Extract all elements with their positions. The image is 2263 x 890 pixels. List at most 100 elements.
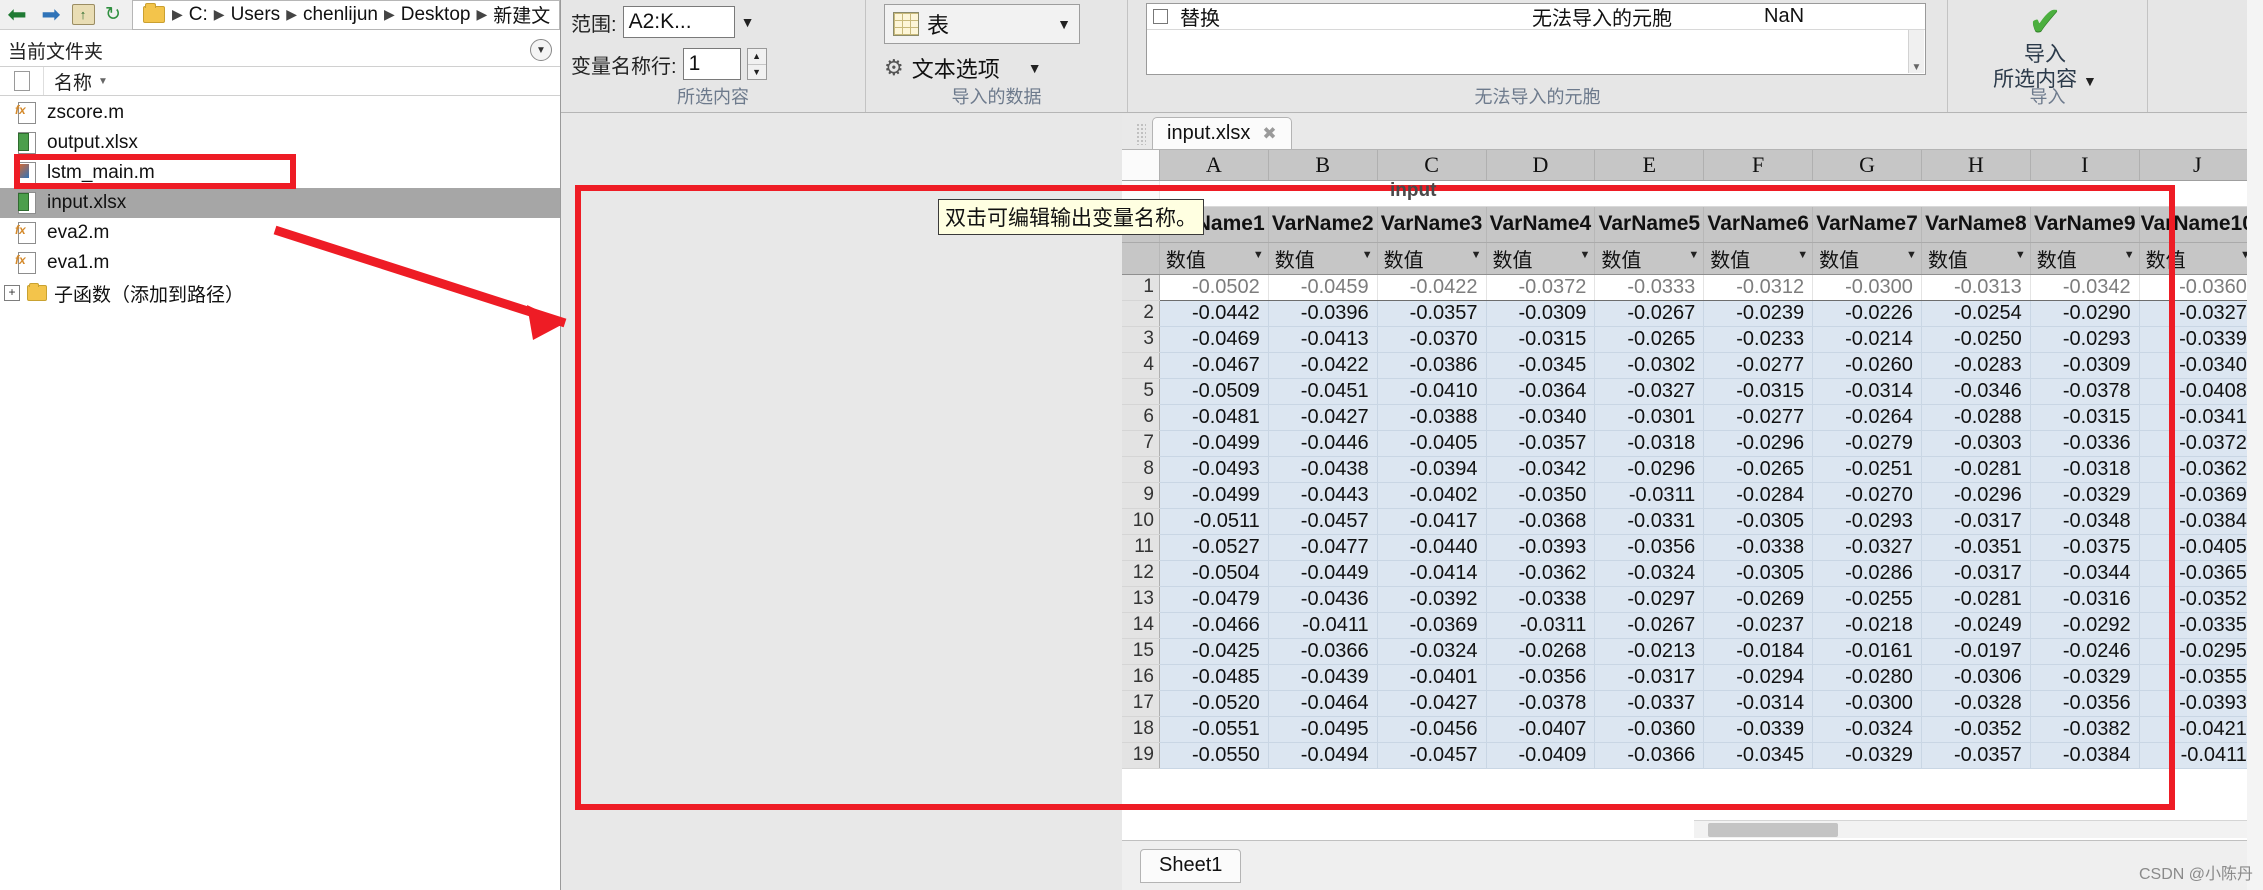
data-cell[interactable]: -0.0520 <box>1159 690 1269 717</box>
chevron-down-icon[interactable]: ▼ <box>1579 249 1590 261</box>
data-cell[interactable]: -0.0459 <box>1268 274 1378 301</box>
data-cell[interactable]: -0.0378 <box>2030 378 2140 405</box>
chevron-down-icon[interactable]: ▼ <box>1906 249 1917 261</box>
data-cell[interactable]: -0.0286 <box>1812 560 1922 587</box>
data-cell[interactable]: -0.0237 <box>1703 612 1814 639</box>
data-cell[interactable]: -0.0456 <box>1377 716 1487 743</box>
row-header[interactable]: 15 <box>1122 638 1160 665</box>
panel-options-icon[interactable]: ▼ <box>530 39 552 61</box>
data-cell[interactable]: -0.0329 <box>1812 742 1922 769</box>
data-cell[interactable]: -0.0348 <box>2030 508 2140 535</box>
list-item[interactable]: fx eva1.m <box>0 248 560 278</box>
row-header[interactable]: 16 <box>1122 664 1160 691</box>
table-row[interactable]: 10 -0.0511 -0.0457 -0.0417 -0.0368 -0.0331 -0.… <box>1122 508 2263 535</box>
breadcrumb-item-2[interactable]: chenlijun <box>300 4 381 26</box>
data-cell[interactable]: -0.0527 <box>1159 534 1269 561</box>
data-cell[interactable]: -0.0318 <box>2030 456 2140 483</box>
data-cell[interactable]: -0.0324 <box>1594 560 1705 587</box>
data-cell[interactable]: -0.0314 <box>1812 378 1922 405</box>
data-cell[interactable]: -0.0355 <box>2139 664 2256 691</box>
list-item-input-xlsx[interactable]: input.xlsx <box>0 188 560 218</box>
chevron-down-icon[interactable]: ▼ <box>1028 60 1042 76</box>
variable-name-cell[interactable]: VarName6 <box>1703 206 1814 243</box>
data-cell[interactable]: -0.0375 <box>2030 534 2140 561</box>
data-cell[interactable]: -0.0438 <box>1268 456 1378 483</box>
data-cell[interactable]: -0.0281 <box>1921 456 2031 483</box>
data-cell[interactable]: -0.0408 <box>2139 378 2256 405</box>
data-cell[interactable]: -0.0197 <box>1921 638 2031 665</box>
data-cell[interactable]: -0.0457 <box>1377 742 1487 769</box>
data-cell[interactable]: -0.0425 <box>1159 638 1269 665</box>
data-cell[interactable]: -0.0251 <box>1812 456 1922 483</box>
table-row[interactable]: 11 -0.0527 -0.0477 -0.0440 -0.0393 -0.0356 -0.… <box>1122 534 2263 561</box>
data-cell[interactable]: -0.0421 <box>2139 716 2256 743</box>
data-cell[interactable]: -0.0226 <box>1812 300 1922 327</box>
data-cell[interactable]: -0.0284 <box>1703 482 1814 509</box>
data-cell[interactable]: -0.0481 <box>1159 404 1269 431</box>
data-cell[interactable]: -0.0467 <box>1159 352 1269 379</box>
data-cell[interactable]: -0.0504 <box>1159 560 1269 587</box>
data-cell[interactable]: -0.0407 <box>1486 716 1596 743</box>
data-cell[interactable]: -0.0422 <box>1377 274 1487 301</box>
data-cell[interactable]: -0.0345 <box>1703 742 1814 769</box>
data-cell[interactable]: -0.0368 <box>1486 508 1596 535</box>
data-cell[interactable]: -0.0388 <box>1377 404 1487 431</box>
data-cell[interactable]: -0.0337 <box>1594 690 1705 717</box>
table-row[interactable]: 6 -0.0481 -0.0427 -0.0388 -0.0340 -0.0301 -0.0… <box>1122 404 2263 431</box>
row-header[interactable]: 9 <box>1122 482 1160 509</box>
data-cell[interactable]: -0.0372 <box>2139 430 2256 457</box>
data-cell[interactable]: -0.0369 <box>1377 612 1487 639</box>
data-cell[interactable]: -0.0509 <box>1159 378 1269 405</box>
data-cell[interactable]: -0.0296 <box>1921 482 2031 509</box>
row-header[interactable]: 8 <box>1122 456 1160 483</box>
chevron-down-icon[interactable]: ▼ <box>2124 249 2135 261</box>
data-cell[interactable]: -0.0495 <box>1268 716 1378 743</box>
data-cell[interactable]: -0.0277 <box>1703 404 1814 431</box>
data-cell[interactable]: -0.0364 <box>1486 378 1596 405</box>
column-header-B[interactable]: B <box>1268 150 1378 181</box>
data-cell[interactable]: -0.0296 <box>1594 456 1705 483</box>
data-cell[interactable]: -0.0329 <box>2030 482 2140 509</box>
row-header[interactable]: 2 <box>1122 300 1160 327</box>
variable-name-cell[interactable]: VarName4 <box>1486 206 1596 243</box>
data-cell[interactable]: -0.0260 <box>1812 352 1922 379</box>
data-cell[interactable]: -0.0365 <box>2139 560 2256 587</box>
data-cell[interactable]: -0.0339 <box>1703 716 1814 743</box>
data-cell[interactable]: -0.0352 <box>1921 716 2031 743</box>
data-cell[interactable]: -0.0305 <box>1703 560 1814 587</box>
data-cell[interactable]: -0.0550 <box>1159 742 1269 769</box>
table-row[interactable]: 5 -0.0509 -0.0451 -0.0410 -0.0364 -0.0327 -0.0… <box>1122 378 2263 405</box>
data-cell[interactable]: -0.0502 <box>1159 274 1269 301</box>
horizontal-scrollbar[interactable] <box>1694 820 2263 838</box>
data-cell[interactable]: -0.0427 <box>1268 404 1378 431</box>
row-header[interactable]: 11 <box>1122 534 1160 561</box>
data-cell[interactable]: -0.0317 <box>1921 560 2031 587</box>
data-cell[interactable]: -0.0290 <box>2030 300 2140 327</box>
data-cell[interactable]: -0.0265 <box>1703 456 1814 483</box>
table-row[interactable]: 18 -0.0551 -0.0495 -0.0456 -0.0407 -0.0360 -0.… <box>1122 716 2263 743</box>
data-cell[interactable]: -0.0294 <box>1703 664 1814 691</box>
data-cell[interactable]: -0.0340 <box>2139 352 2256 379</box>
data-cell[interactable]: -0.0315 <box>2030 404 2140 431</box>
data-cell[interactable]: -0.0306 <box>1921 664 2031 691</box>
column-type-cell[interactable]: 数值 ▼ <box>1812 242 1922 275</box>
data-cell[interactable]: -0.0362 <box>2139 456 2256 483</box>
row-header[interactable]: 1 <box>1122 274 1160 301</box>
data-cell[interactable]: -0.0356 <box>1594 534 1705 561</box>
row-header[interactable]: 5 <box>1122 378 1160 405</box>
list-item[interactable]: fx eva2.m <box>0 218 560 248</box>
varname-row-input[interactable]: 1 <box>682 48 741 80</box>
data-cell[interactable]: -0.0279 <box>1812 430 1922 457</box>
data-cell[interactable]: -0.0300 <box>1812 274 1922 301</box>
data-cell[interactable]: -0.0350 <box>1486 482 1596 509</box>
output-type-select[interactable]: 表 ▼ <box>884 4 1080 44</box>
column-type-cell[interactable]: 数值 ▼ <box>2030 242 2140 275</box>
data-cell[interactable]: -0.0440 <box>1377 534 1487 561</box>
column-type-cell[interactable]: 数值 ▼ <box>1703 242 1814 275</box>
data-cell[interactable]: -0.0493 <box>1159 456 1269 483</box>
rules-scrollbar[interactable]: ▼ <box>1908 30 1924 73</box>
data-cell[interactable]: -0.0464 <box>1268 690 1378 717</box>
unimportable-rules-panel[interactable]: 替换 无法导入的元胞 NaN ▼ <box>1146 3 1926 75</box>
row-header[interactable]: 14 <box>1122 612 1160 639</box>
data-cell[interactable]: -0.0378 <box>1486 690 1596 717</box>
